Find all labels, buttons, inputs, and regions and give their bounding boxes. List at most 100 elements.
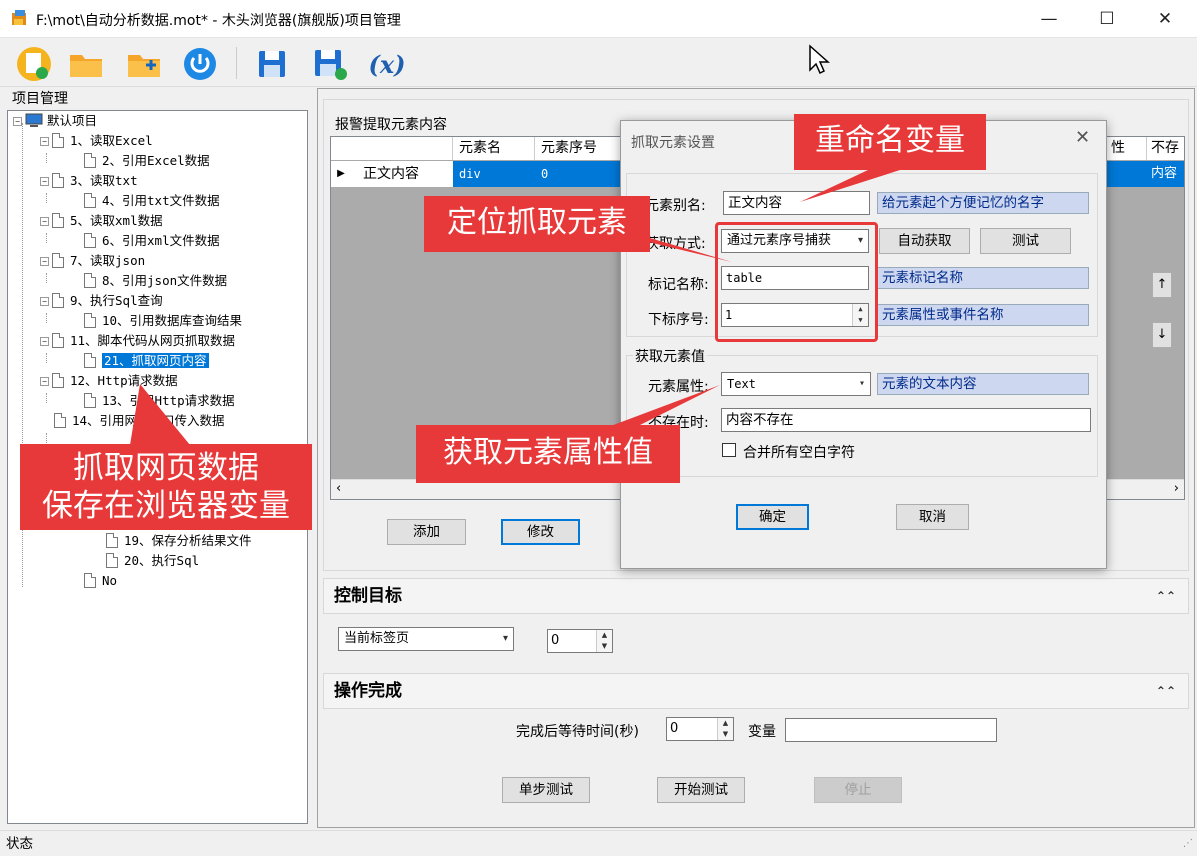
tree-item[interactable]: −5、读取xml数据 bbox=[40, 211, 163, 230]
tree-item[interactable]: −3、读取txt bbox=[40, 171, 138, 190]
tree-item[interactable]: 6、引用xml文件数据 bbox=[84, 231, 220, 250]
tree-item[interactable]: −11、脚本代码从网页抓取数据 bbox=[40, 331, 235, 350]
dialog-close-icon[interactable]: ✕ bbox=[1075, 127, 1090, 148]
tree-item[interactable]: 20、执行Sql bbox=[106, 551, 199, 570]
tab-target-select[interactable]: 当前标签页 ▾ bbox=[338, 627, 514, 651]
step-test-button[interactable]: 单步测试 bbox=[502, 777, 590, 803]
minimize-button[interactable]: — bbox=[1020, 0, 1078, 38]
dialog-title: 抓取元素设置 bbox=[631, 135, 715, 151]
col-missing[interactable]: 不存 bbox=[1147, 137, 1184, 160]
new-project-button[interactable] bbox=[14, 44, 54, 84]
callout-attr: 获取元素属性值 bbox=[416, 425, 680, 483]
move-down-button[interactable]: ↓ bbox=[1152, 322, 1172, 348]
tree-item-root[interactable]: − 默认项目 bbox=[13, 111, 97, 130]
done-header[interactable]: 操作完成 ⌃⌃ bbox=[323, 673, 1189, 709]
method-label: 获取方式: bbox=[645, 236, 706, 252]
ok-button[interactable]: 确定 bbox=[736, 504, 809, 530]
alias-label: 元素别名: bbox=[645, 198, 706, 214]
collapse-chevron-icon[interactable]: ⌃⌃ bbox=[1156, 674, 1176, 708]
app-icon bbox=[12, 10, 26, 25]
tree-item[interactable]: −9、执行Sql查询 bbox=[40, 291, 163, 310]
mouse-cursor-icon bbox=[809, 44, 830, 75]
new-file-icon bbox=[17, 47, 51, 81]
row-tag[interactable]: div bbox=[453, 161, 535, 187]
save-as-button[interactable] bbox=[310, 44, 350, 84]
missing-input[interactable]: 内容不存在 bbox=[721, 408, 1091, 432]
tab-index-stepper[interactable]: 0 ▲ ▼ bbox=[547, 629, 613, 653]
power-button[interactable] bbox=[180, 44, 220, 84]
test-button[interactable]: 测试 bbox=[980, 228, 1071, 254]
file-icon bbox=[52, 293, 64, 308]
col-element-index[interactable]: 元素序号 bbox=[535, 137, 625, 160]
variables-button[interactable]: (x) bbox=[364, 44, 410, 84]
spin-arrows-icon[interactable]: ▲ ▼ bbox=[596, 630, 612, 652]
status-text: 状态 bbox=[6, 836, 33, 852]
done-title: 操作完成 bbox=[334, 681, 402, 701]
title-bar: F:\mot\自动分析数据.mot* - 木头浏览器(旗舰版)项目管理 — ☐ … bbox=[0, 0, 1197, 38]
tree-item[interactable]: 4、引用txt文件数据 bbox=[84, 191, 220, 210]
variable-input[interactable] bbox=[785, 718, 997, 742]
collapse-chevron-icon[interactable]: ⌃⌃ bbox=[1156, 579, 1176, 613]
file-icon bbox=[84, 393, 96, 408]
tree-item[interactable]: 19、保存分析结果文件 bbox=[106, 531, 252, 550]
tree-item[interactable]: −12、Http请求数据 bbox=[40, 371, 178, 390]
row-index[interactable]: 0 bbox=[535, 161, 625, 187]
attr-select[interactable]: Text ▾ bbox=[721, 372, 871, 396]
scroll-right-icon[interactable]: › bbox=[1174, 481, 1179, 496]
maximize-button[interactable]: ☐ bbox=[1078, 0, 1136, 38]
collapse-icon: − bbox=[40, 137, 49, 146]
tree-item[interactable]: −1、读取Excel bbox=[40, 131, 153, 150]
callout-locate: 定位抓取元素 bbox=[424, 196, 650, 252]
file-icon bbox=[84, 153, 96, 168]
row-name[interactable]: 正文内容 bbox=[351, 161, 453, 187]
tag-hint: 元素标记名称 bbox=[877, 267, 1089, 289]
collapse-icon: − bbox=[13, 117, 22, 126]
value-group-label: 获取元素值 bbox=[633, 346, 707, 366]
add-button[interactable]: 添加 bbox=[387, 519, 466, 545]
close-button[interactable]: ✕ bbox=[1136, 0, 1194, 38]
scroll-left-icon[interactable]: ‹ bbox=[336, 481, 341, 496]
tree-item[interactable]: 8、引用json文件数据 bbox=[84, 271, 227, 290]
tree-item[interactable]: 14、引用网络接口传入数据 bbox=[54, 411, 225, 430]
open-folder-button[interactable] bbox=[66, 44, 106, 84]
col-element-name[interactable]: 元素名 bbox=[453, 137, 535, 160]
move-up-button[interactable]: ↑ bbox=[1152, 272, 1172, 298]
tree-item[interactable]: −7、读取json bbox=[40, 251, 145, 270]
resize-grip-icon[interactable]: ⋰ bbox=[1183, 831, 1193, 856]
wait-time-stepper[interactable]: 0 ▲ ▼ bbox=[666, 717, 734, 741]
cancel-button[interactable]: 取消 bbox=[896, 504, 969, 530]
file-icon bbox=[84, 193, 96, 208]
start-test-button[interactable]: 开始测试 bbox=[657, 777, 745, 803]
modify-button[interactable]: 修改 bbox=[501, 519, 580, 545]
index-label: 下标序号: bbox=[648, 312, 709, 328]
file-icon bbox=[84, 353, 96, 368]
spin-arrows-icon[interactable]: ▲ ▼ bbox=[717, 718, 733, 740]
row-missing[interactable]: 内容 bbox=[1147, 161, 1184, 187]
power-icon bbox=[184, 48, 216, 80]
alias-input[interactable]: 正文内容 bbox=[723, 191, 870, 215]
file-icon bbox=[52, 333, 64, 348]
variable-label: 变量 bbox=[748, 724, 776, 740]
tree-item-selected[interactable]: 21、抓取网页内容 bbox=[84, 351, 209, 370]
element-settings-dialog: 抓取元素设置 ✕ 元素别名: 正文内容 给元素起个方便记忆的名字 获取方式: 通… bbox=[620, 120, 1107, 569]
tree-item[interactable]: No bbox=[84, 571, 117, 590]
callout-grab: 抓取网页数据 保存在浏览器变量 bbox=[20, 444, 312, 530]
control-target-header[interactable]: 控制目标 ⌃⌃ bbox=[323, 578, 1189, 614]
collapse-icon: − bbox=[40, 377, 49, 386]
file-icon bbox=[106, 533, 118, 548]
add-folder-button[interactable] bbox=[124, 44, 164, 84]
save-button[interactable] bbox=[252, 44, 292, 84]
highlight-box bbox=[715, 222, 878, 342]
file-icon bbox=[84, 233, 96, 248]
collapse-icon: − bbox=[40, 177, 49, 186]
chevron-down-icon: ▾ bbox=[858, 378, 865, 389]
tree-item[interactable]: 2、引用Excel数据 bbox=[84, 151, 210, 170]
auto-detect-button[interactable]: 自动获取 bbox=[879, 228, 970, 254]
col-attribute[interactable]: 性 bbox=[1107, 137, 1147, 160]
tree-item[interactable]: 13、引用Http请求数据 bbox=[84, 391, 235, 410]
chevron-down-icon: ▾ bbox=[502, 633, 508, 644]
merge-whitespace-checkbox[interactable] bbox=[722, 443, 736, 457]
alias-hint: 给元素起个方便记忆的名字 bbox=[877, 192, 1089, 214]
tree-item[interactable]: 10、引用数据库查询结果 bbox=[84, 311, 242, 330]
collapse-icon: − bbox=[40, 337, 49, 346]
